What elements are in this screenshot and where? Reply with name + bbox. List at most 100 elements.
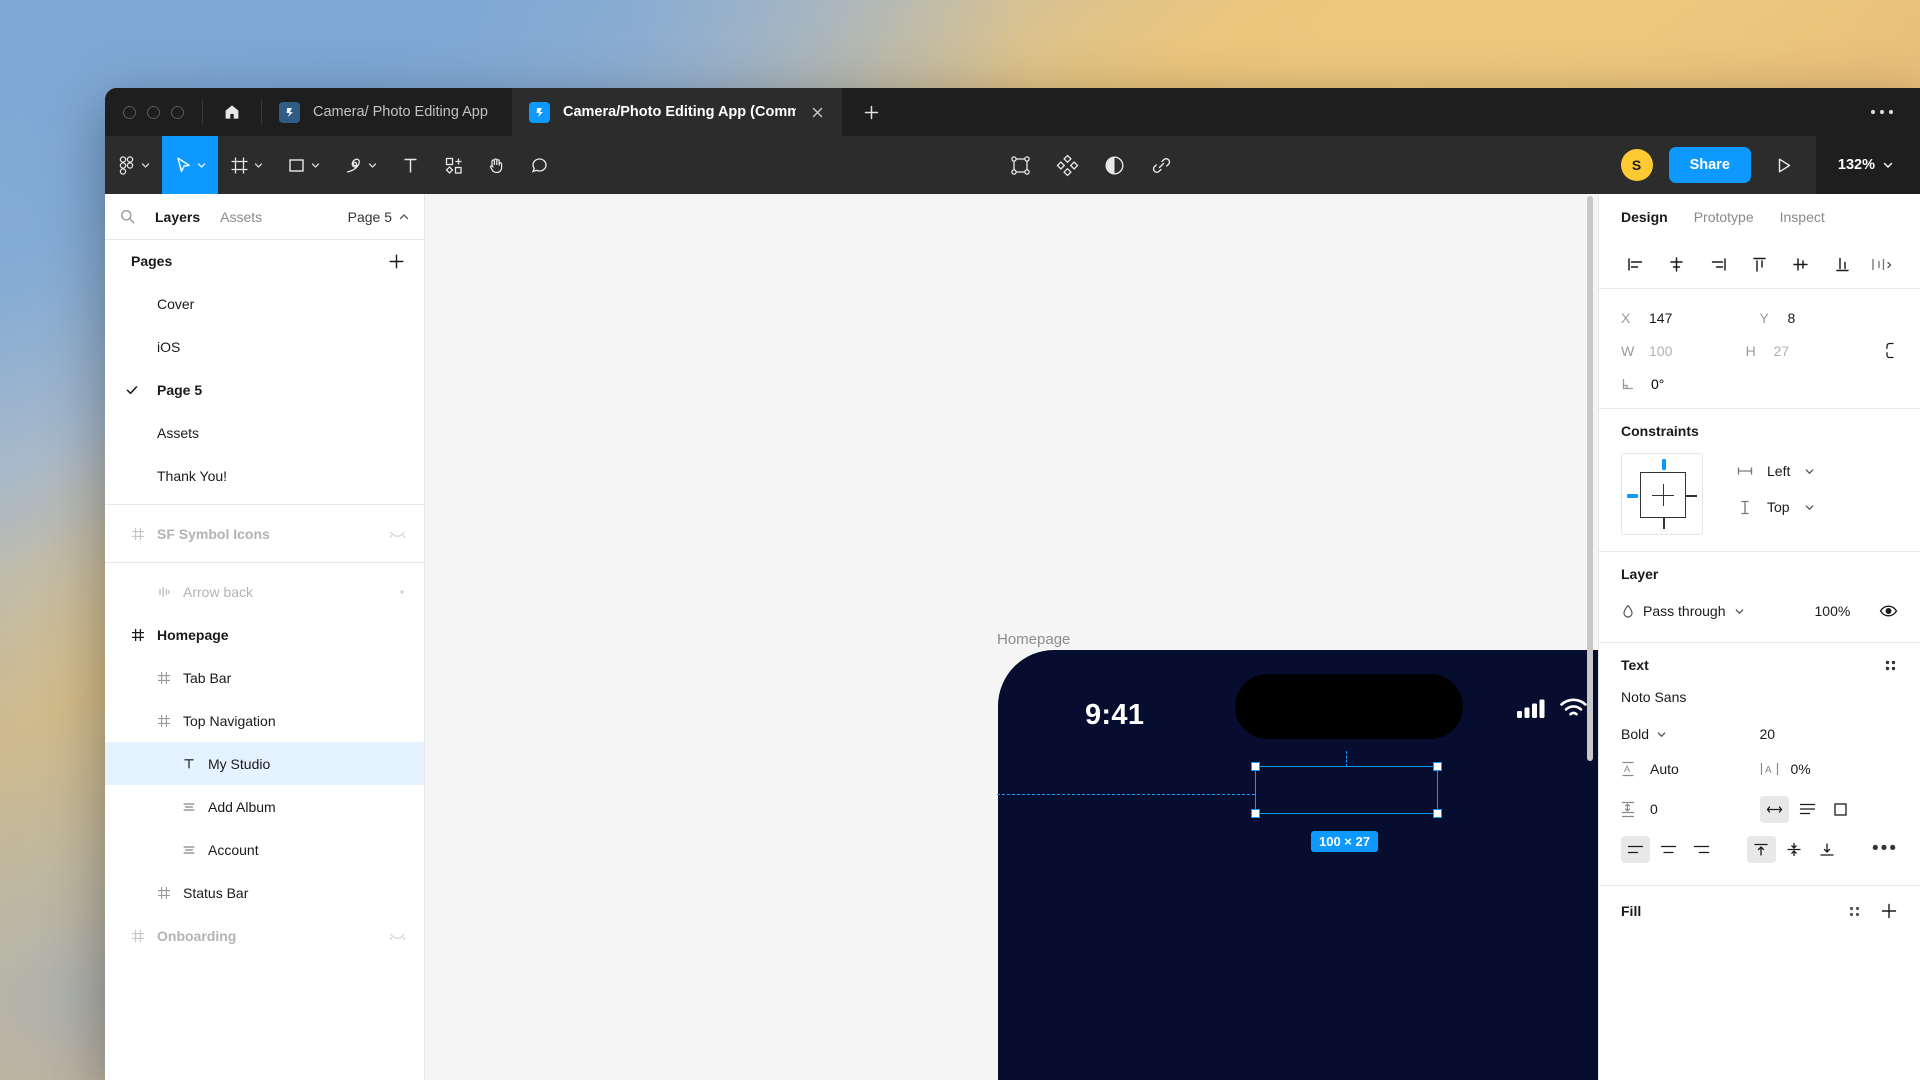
browser-tab-2[interactable]: Camera/Photo Editing App (Community) xyxy=(512,88,842,136)
share-button[interactable]: Share xyxy=(1668,147,1751,183)
font-family-selector[interactable]: Noto Sans xyxy=(1621,689,1898,705)
transform-icon[interactable] xyxy=(1008,153,1033,178)
new-tab-button[interactable] xyxy=(842,88,901,136)
style-icon[interactable] xyxy=(1847,904,1862,919)
fixed-size-icon[interactable] xyxy=(1826,796,1855,823)
distribute-icon[interactable] xyxy=(1863,255,1904,274)
minimize-window-button[interactable] xyxy=(147,105,160,119)
more-options-icon[interactable]: ••• xyxy=(1872,839,1898,858)
y-field[interactable]: Y 8 xyxy=(1760,310,1899,326)
align-right-icon[interactable] xyxy=(1698,255,1739,274)
lock-ratio-icon[interactable] xyxy=(1884,341,1898,360)
link-icon[interactable] xyxy=(1149,153,1174,178)
tab-assets[interactable]: Assets xyxy=(210,209,272,225)
tab-inspect[interactable]: Inspect xyxy=(1780,209,1825,225)
avatar[interactable]: S xyxy=(1620,149,1653,181)
paragraph-spacing-field[interactable]: 0 xyxy=(1621,801,1760,818)
text-align-bottom-icon[interactable] xyxy=(1813,836,1842,863)
vertical-constraint[interactable]: Top xyxy=(1737,499,1815,515)
align-left-icon[interactable] xyxy=(1615,255,1656,274)
page-item-page-5[interactable]: Page 5 xyxy=(105,368,424,411)
hand-tool-button[interactable] xyxy=(475,136,518,194)
selection-bounding-box[interactable] xyxy=(1251,762,1442,818)
components-tool-button[interactable] xyxy=(432,136,475,194)
close-window-button[interactable] xyxy=(123,105,136,119)
zoom-level-selector[interactable]: 132% xyxy=(1815,136,1920,194)
canvas-scrollbar-vertical[interactable] xyxy=(1587,196,1593,761)
design-canvas[interactable]: Homepage 9:41 100 × 27 xyxy=(425,194,1598,1080)
resize-handle-bottom-right[interactable] xyxy=(1433,809,1442,818)
resize-handle-bottom-left[interactable] xyxy=(1251,809,1260,818)
text-align-right-icon[interactable] xyxy=(1687,836,1716,863)
text-align-middle-icon[interactable] xyxy=(1780,836,1809,863)
chevron-down-icon xyxy=(1882,159,1894,171)
move-tool-button[interactable] xyxy=(162,136,218,194)
resize-handle-top-right[interactable] xyxy=(1433,762,1442,771)
text-tool-button[interactable] xyxy=(389,136,432,194)
resize-handle-top-left[interactable] xyxy=(1251,762,1260,771)
layer-item-onboarding[interactable]: Onboarding xyxy=(105,914,424,957)
shape-tool-button[interactable] xyxy=(275,136,332,194)
layer-item-homepage[interactable]: Homepage xyxy=(105,613,424,656)
frame-tool-button[interactable] xyxy=(218,136,275,194)
align-top-icon[interactable] xyxy=(1739,255,1780,274)
text-align-center-icon[interactable] xyxy=(1654,836,1683,863)
diamonds-icon[interactable] xyxy=(1055,153,1080,178)
eye-icon[interactable] xyxy=(1879,604,1898,618)
text-settings-button[interactable] xyxy=(1883,658,1898,673)
present-button[interactable] xyxy=(1767,155,1800,176)
layer-item-tab-bar[interactable]: Tab Bar xyxy=(105,656,424,699)
rotation-field[interactable]: 0° xyxy=(1621,367,1898,400)
comment-tool-button[interactable] xyxy=(518,136,561,194)
tab-layers[interactable]: Layers xyxy=(145,209,210,225)
add-page-button[interactable] xyxy=(387,252,406,271)
add-fill-button[interactable] xyxy=(1880,902,1898,920)
font-weight-selector[interactable]: Bold xyxy=(1621,726,1760,742)
auto-height-icon[interactable] xyxy=(1793,796,1822,823)
page-selector[interactable]: Page 5 xyxy=(348,209,410,225)
opacity-value[interactable]: 100% xyxy=(1815,603,1851,619)
page-item-cover[interactable]: Cover xyxy=(105,282,424,325)
pen-tool-button[interactable] xyxy=(332,136,389,194)
tab-prototype[interactable]: Prototype xyxy=(1694,209,1754,225)
text-align-top-icon[interactable] xyxy=(1746,835,1776,863)
align-vertical-center-icon[interactable] xyxy=(1780,255,1821,274)
dot-icon[interactable] xyxy=(398,588,406,596)
blend-mode-selector[interactable]: Pass through xyxy=(1621,603,1745,619)
layer-item-sf-symbol-icons[interactable]: SF Symbol Icons xyxy=(105,512,424,555)
x-field[interactable]: X 147 xyxy=(1621,310,1760,326)
layer-item-account[interactable]: Account xyxy=(105,828,424,871)
text-align-left-icon[interactable] xyxy=(1621,835,1650,863)
constraints-widget[interactable] xyxy=(1621,453,1703,535)
line-height-field[interactable]: A Auto xyxy=(1621,761,1760,777)
page-item-ios[interactable]: iOS xyxy=(105,325,424,368)
browser-tab-1[interactable]: Camera/ Photo Editing App xyxy=(262,88,512,136)
layer-item-status-bar[interactable]: Status Bar xyxy=(105,871,424,914)
align-horizontal-center-icon[interactable] xyxy=(1656,255,1697,274)
main-body: Layers Assets Page 5 Pages Cover iOS Pag… xyxy=(105,194,1920,1080)
hidden-eye-icon[interactable] xyxy=(389,527,406,541)
auto-width-icon[interactable] xyxy=(1759,795,1789,823)
maximize-window-button[interactable] xyxy=(171,105,184,119)
figma-menu-button[interactable] xyxy=(105,136,162,194)
tab-design[interactable]: Design xyxy=(1621,209,1668,225)
layer-item-top-navigation[interactable]: Top Navigation xyxy=(105,699,424,742)
window-more-button[interactable] xyxy=(1844,88,1920,136)
font-size-value[interactable]: 20 xyxy=(1760,726,1776,742)
letter-spacing-field[interactable]: A 0% xyxy=(1760,761,1899,777)
layer-item-add-album[interactable]: Add Album xyxy=(105,785,424,828)
horizontal-constraint[interactable]: Left xyxy=(1737,463,1815,479)
close-icon[interactable] xyxy=(809,104,826,121)
w-field[interactable]: W 100 xyxy=(1621,343,1746,359)
frame-name-label[interactable]: Homepage xyxy=(997,631,1070,648)
align-bottom-icon[interactable] xyxy=(1821,255,1862,274)
h-field[interactable]: H 27 xyxy=(1746,343,1871,359)
hidden-eye-icon[interactable] xyxy=(389,929,406,943)
home-button[interactable] xyxy=(203,88,261,136)
search-icon[interactable] xyxy=(119,208,145,225)
layer-item-arrow-back[interactable]: Arrow back xyxy=(105,570,424,613)
layer-item-my-studio[interactable]: My Studio xyxy=(105,742,424,785)
page-item-assets[interactable]: Assets xyxy=(105,411,424,454)
contrast-icon[interactable] xyxy=(1102,153,1127,178)
page-item-thank-you[interactable]: Thank You! xyxy=(105,454,424,497)
